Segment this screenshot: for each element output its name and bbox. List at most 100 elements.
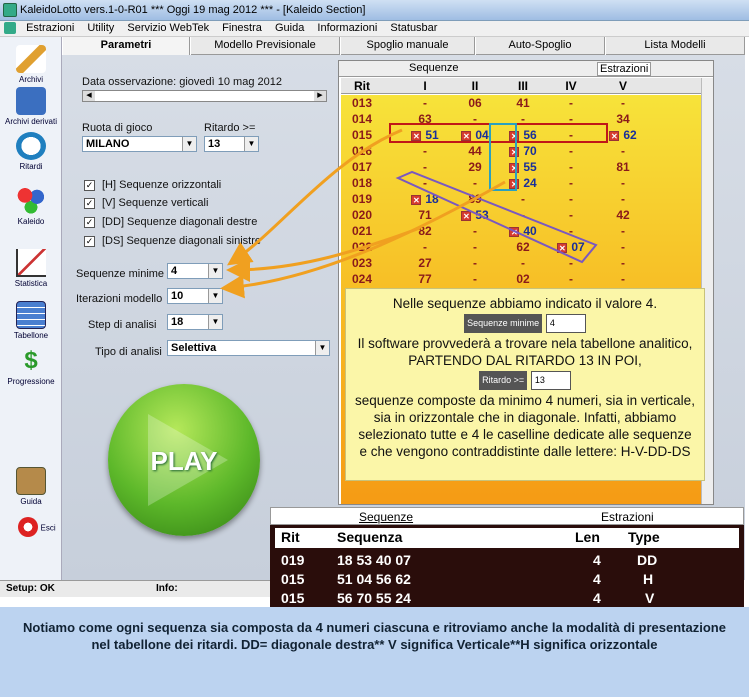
menu-bar: Estrazioni Utility Servizio WebTek Fines… [0,21,749,37]
results-tab-sequenze[interactable]: Sequenze [359,510,413,524]
menu-statusbar[interactable]: Statusbar [385,21,442,35]
pencil-icon [16,45,46,73]
sidebar-label: Guida [20,497,42,506]
sidebar-label: Esci [40,523,56,533]
results-row[interactable]: 019 18 53 40 07 4 DD [275,551,739,569]
cell-rit: 019 [281,552,305,568]
sidebar-item-kaleido[interactable]: Kaleido [0,187,62,226]
menu-informazioni[interactable]: Informazioni [312,21,382,35]
mark-icon: ✕ [509,226,520,237]
grid-cell: - [569,112,573,126]
play-button[interactable]: PLAY [108,384,260,536]
cell-sequenza: 56 70 55 24 [337,590,411,606]
sidebar-item-progressione[interactable]: $ Progressione [0,347,62,386]
iter-select[interactable]: 10 ▼ [167,288,223,304]
grid-tab-sequenze[interactable]: Sequenze [409,62,459,74]
tab-auto-spoglio[interactable]: Auto-Spoglio [475,37,605,55]
grid-cell: - [569,96,573,110]
mark-icon: ✕ [461,130,472,141]
grid-row[interactable]: 017-29 ✕ 55-81 [341,159,701,175]
checkbox-h[interactable]: ✓ [84,180,95,191]
grid-cell: - [569,208,573,222]
table-icon [16,301,46,329]
grid-cell: 020 [351,208,373,222]
tab-modello-previsionale[interactable]: Modello Previsionale [190,37,340,55]
sidebar-item-guida[interactable]: Guida [0,467,62,506]
grid-cell: - [621,240,625,254]
help-book-icon [16,467,46,495]
cell-len: 4 [593,590,601,606]
step-value: 18 [171,316,184,328]
grid-cell-value: 55 [523,160,537,174]
grid-cell: - [621,144,625,158]
grid-row[interactable]: 013-06 41- - [341,95,701,111]
grid-row[interactable]: 018- - ✕ 24- - [341,175,701,191]
grid-row[interactable]: 015 ✕ 51 ✕ 04 ✕ 56- ✕ 62 [341,127,701,143]
sidebar-item-ritardi[interactable]: Ritardi [0,132,62,171]
grid-cell: 018 [351,176,373,190]
grid-row[interactable]: 024 77-02- - [341,271,701,287]
grid-tabs: Sequenze Estrazioni [339,61,713,77]
window-title: KaleidoLotto vers.1-0-R01 *** Oggi 19 ma… [20,4,366,16]
checkbox-v[interactable]: ✓ [84,198,95,209]
cell-sequenza: 18 53 40 07 [337,552,411,568]
sidebar-item-tabellone[interactable]: Tabellone [0,301,62,340]
cell-rit: 015 [281,571,305,587]
ritardo-value: 13 [208,138,221,150]
menu-webtek[interactable]: Servizio WebTek [122,21,214,35]
date-scrollbar[interactable]: ◀ ▶ [82,90,327,102]
ritardo-select[interactable]: 13 ▼ [204,136,259,152]
sidebar-item-statistica[interactable]: Statistica [0,249,62,288]
grid-row[interactable]: 021 82- ✕ 40- - [341,223,701,239]
check-label-ds: [DS] Sequenze diagonali sinistre [102,235,261,247]
play-label: PLAY [150,446,218,476]
caption: Notiamo come ogni sequenza sia composta … [0,607,749,697]
grid-row[interactable]: 014 63- - -34 [341,111,701,127]
results-row[interactable]: 015 51 04 56 62 4 H [275,570,739,588]
tab-lista-modelli[interactable]: Lista Modelli [605,37,745,55]
grid-row[interactable]: 019 ✕ 18 89- - - [341,191,701,207]
grid-cell-value: 18 [425,192,439,206]
grid-row[interactable]: 023 27- - - - [341,255,701,271]
col-v: V [618,79,627,93]
grid-cell: 019 [351,192,373,206]
sidebar-label: Archivi derivati [4,117,57,126]
tab-parametri[interactable]: Parametri [62,37,190,55]
iter-label: Iterazioni modello [76,293,163,305]
step-select[interactable]: 18 ▼ [167,314,223,330]
menu-guida[interactable]: Guida [270,21,309,35]
results-row[interactable]: 015 56 70 55 24 4 V [275,589,739,607]
ruota-label: Ruota di gioco [82,122,153,134]
grid-tab-estrazioni[interactable]: Estrazioni [597,62,652,76]
checkbox-dd[interactable]: ✓ [84,217,95,228]
results-tab-estrazioni[interactable]: Estrazioni [601,510,654,524]
sidebar-item-archivi-derivati[interactable]: Archivi derivati [0,87,62,126]
grid-cell: - [569,128,573,142]
grid-row[interactable]: 016-44 ✕ 70- - [341,143,701,159]
scroll-left-icon[interactable]: ◀ [83,91,95,101]
mark-icon: ✕ [509,146,520,157]
app-icon [3,3,17,17]
check-label-v: [V] Sequenze verticali [102,197,209,209]
menu-finestra[interactable]: Finestra [217,21,267,35]
grid-cell: 015 [351,128,373,142]
scroll-right-icon[interactable]: ▶ [314,91,326,101]
ruota-select[interactable]: MILANO ▼ [82,136,197,152]
tab-spoglio-manuale[interactable]: Spoglio manuale [340,37,475,55]
seq-min-select[interactable]: 4 ▼ [167,263,223,279]
cell-type: DD [637,552,658,568]
check-label-h: [H] Sequenze orizzontali [102,179,222,191]
checkbox-ds[interactable]: ✓ [84,236,95,247]
ritardo-label: Ritardo >= [204,122,256,134]
sidebar-item-archivi[interactable]: Archivi [0,45,62,84]
tipo-select[interactable]: Selettiva ▼ [167,340,330,356]
cell-type: V [645,590,655,606]
grid-cell: ✕ 62 [593,128,653,142]
menu-utility[interactable]: Utility [82,21,119,35]
menu-estrazioni[interactable]: Estrazioni [21,21,79,35]
annotation-note: Nelle sequenze abbiamo indicato il valor… [345,288,705,481]
grid-row[interactable]: 022- -62 ✕ 07- [341,239,701,255]
sidebar-item-esci[interactable]: Esci [0,517,62,539]
grid-cell-value: 07 [571,240,585,254]
grid-row[interactable]: 020 71 ✕ 53- -42 [341,207,701,223]
